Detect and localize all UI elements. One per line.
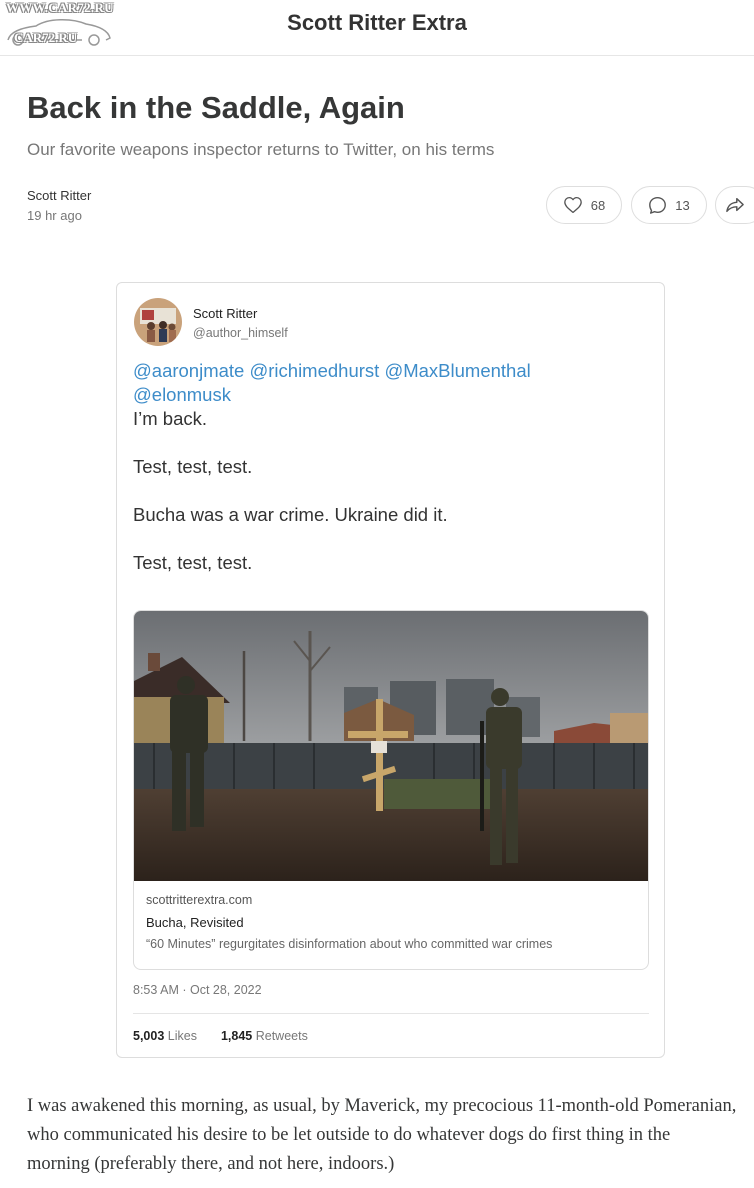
post-title: Back in the Saddle, Again xyxy=(27,90,405,125)
tweet-author-handle[interactable]: @author_himself xyxy=(193,326,288,340)
tweet-likes-count: 5,003 xyxy=(133,1029,165,1043)
heart-icon xyxy=(563,196,582,214)
like-button[interactable]: 68 xyxy=(546,186,622,224)
comment-count: 13 xyxy=(675,197,690,213)
tweet-retweets-count: 1,845 xyxy=(220,1029,253,1043)
watermark-logo: WWW.CAR72.RU CAR72.RU xyxy=(2,0,132,52)
like-count: 68 xyxy=(590,197,606,213)
avatar[interactable] xyxy=(134,298,182,346)
tweet-mentions-line-1: @aaronjmate @richimedhurst @MaxBlumentha… xyxy=(133,359,633,383)
watermark-bottom-text: CAR72.RU xyxy=(14,30,78,45)
tweet-line: Bucha was a war crime. Ukraine did it. xyxy=(133,504,448,525)
mention-link[interactable]: @MaxBlumenthal xyxy=(384,360,530,381)
tweet-timestamp[interactable]: 8:53 AM · Oct 28, 2022 xyxy=(133,983,262,997)
share-icon xyxy=(726,197,744,213)
comment-button[interactable]: 13 xyxy=(631,186,707,224)
tweet-retweets-label: Retweets xyxy=(255,1029,308,1043)
post-date: 19 hr ago xyxy=(27,208,82,223)
mention-link[interactable]: @aaronjmate xyxy=(133,360,244,381)
comment-icon xyxy=(649,197,667,214)
link-title[interactable]: Bucha, Revisited xyxy=(146,915,244,930)
tweet-retweets-stat: 1,845 Retweets xyxy=(221,1029,308,1043)
link-description: “60 Minutes” regurgitates disinformation… xyxy=(146,937,553,951)
author-name[interactable]: Scott Ritter xyxy=(27,188,91,203)
body-paragraph: I was awakened this morning, as usual, b… xyxy=(27,1096,737,1174)
tweet-line: I’m back. xyxy=(133,408,208,429)
link-domain: scottritterextra.com xyxy=(146,893,253,907)
tweet-likes-stat: 5,003 Likes xyxy=(133,1029,197,1043)
tweet-text: @aaronjmate @richimedhurst @MaxBlumentha… xyxy=(133,359,633,575)
link-preview-card[interactable]: scottritterextra.com Bucha, Revisited “6… xyxy=(133,610,649,970)
tweet-likes-label: Likes xyxy=(167,1029,197,1043)
mention-link[interactable]: @elonmusk xyxy=(133,384,231,405)
tweet-embed[interactable]: Scott Ritter @author_himself @aaronjmate… xyxy=(116,282,665,1058)
share-button[interactable] xyxy=(715,186,754,224)
tweet-mentions-line-2: @elonmusk xyxy=(133,383,633,407)
divider xyxy=(133,1013,649,1014)
tweet-stats: 5,003 Likes 1,845 Retweets xyxy=(133,1029,308,1043)
tweet-author-name[interactable]: Scott Ritter xyxy=(193,306,257,321)
tweet-line: Test, test, test. xyxy=(133,552,253,573)
mention-link[interactable]: @richimedhurst xyxy=(249,360,379,381)
link-preview-image xyxy=(134,611,648,881)
tweet-line: Test, test, test. xyxy=(133,456,253,477)
post-subtitle: Our favorite weapons inspector returns t… xyxy=(27,140,495,159)
